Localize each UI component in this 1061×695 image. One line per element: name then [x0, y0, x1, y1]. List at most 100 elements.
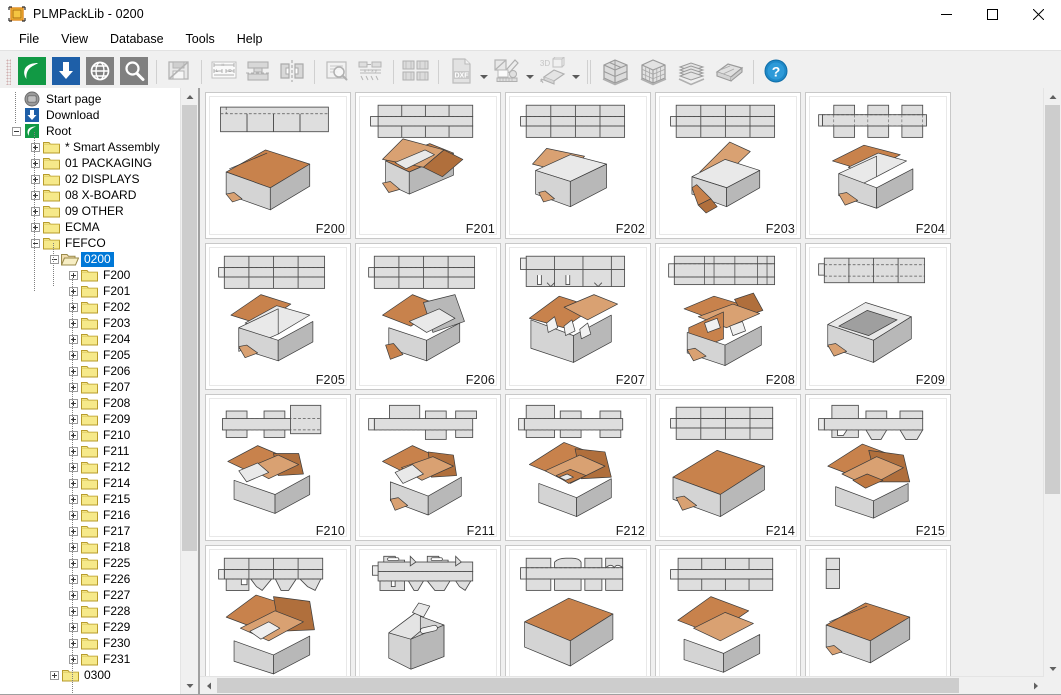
production-setup-button[interactable]: x + x y: [355, 56, 387, 88]
tree-expand-button[interactable]: [67, 491, 80, 507]
tree-collapse-button[interactable]: [10, 123, 23, 139]
tree-scroll-down-button[interactable]: [181, 677, 198, 694]
design-thumbnail-F208[interactable]: F208: [655, 243, 801, 390]
tree-expand-button[interactable]: [67, 283, 80, 299]
tree-expand-button[interactable]: [67, 379, 80, 395]
tree-item--smart-assembly[interactable]: * Smart Assembly: [0, 139, 180, 155]
tree-item-root[interactable]: Root: [0, 123, 180, 139]
tree-expand-button[interactable]: [29, 171, 42, 187]
menu-database[interactable]: Database: [99, 29, 175, 49]
tree-expand-button[interactable]: [67, 539, 80, 555]
tree-item-download[interactable]: Download: [0, 107, 180, 123]
design-thumbnail-F207[interactable]: F207: [505, 243, 651, 390]
tree-item-fefco[interactable]: FEFCO: [0, 235, 180, 251]
tree-expand-button[interactable]: [29, 139, 42, 155]
export-dxf-button[interactable]: DXF: [445, 56, 477, 88]
tree-expand-button[interactable]: [67, 603, 80, 619]
tree-item-f215[interactable]: F215: [0, 491, 180, 507]
maximize-button[interactable]: [969, 0, 1015, 28]
download-button[interactable]: [50, 56, 82, 88]
box-palletization-button[interactable]: [635, 56, 671, 88]
tree-item-f201[interactable]: F201: [0, 283, 180, 299]
design-thumbnail-F210[interactable]: F210: [205, 394, 351, 541]
three-d-view-button[interactable]: 3D: [537, 55, 569, 88]
tree-item-f228[interactable]: F228: [0, 603, 180, 619]
design-thumbnail-row4-15[interactable]: [205, 545, 351, 677]
tree-expand-button[interactable]: [67, 443, 80, 459]
tree-item-f210[interactable]: F210: [0, 427, 180, 443]
tree-item-f214[interactable]: F214: [0, 475, 180, 491]
menu-file[interactable]: File: [8, 29, 50, 49]
tree-expand-button[interactable]: [67, 571, 80, 587]
menu-help[interactable]: Help: [226, 29, 274, 49]
tree-scroll-track[interactable]: [181, 105, 198, 677]
grid-horizontal-scrollbar[interactable]: [200, 676, 1044, 694]
tree-expand-button[interactable]: [67, 651, 80, 667]
tree-item-f206[interactable]: F206: [0, 363, 180, 379]
tree-item-f216[interactable]: F216: [0, 507, 180, 523]
tree-item-f200[interactable]: F200: [0, 267, 180, 283]
tree-expand-button[interactable]: [67, 411, 80, 427]
design-thumbnail-row4-19[interactable]: [805, 545, 951, 677]
grid-hscroll-thumb[interactable]: [217, 678, 960, 693]
close-button[interactable]: [1015, 0, 1061, 28]
design-thumbnail-F212[interactable]: F212: [505, 394, 651, 541]
tree-item-f207[interactable]: F207: [0, 379, 180, 395]
tree-item-08-x-board[interactable]: 08 X-BOARD: [0, 187, 180, 203]
tree-item-f217[interactable]: F217: [0, 523, 180, 539]
web-browse-button[interactable]: [84, 56, 116, 88]
dimension-parameters-button[interactable]: H L D: [208, 56, 240, 88]
bundle-button[interactable]: [711, 56, 747, 88]
tree-expand-button[interactable]: [67, 587, 80, 603]
design-thumbnail-F215[interactable]: F215: [805, 394, 951, 541]
inspect-sheet-button[interactable]: [321, 56, 353, 88]
tree-expand-button[interactable]: [67, 363, 80, 379]
grid-scroll-right-button[interactable]: [1027, 677, 1044, 694]
edit-drawing-dropdown[interactable]: [524, 56, 536, 88]
grid-scroll-left-button[interactable]: [200, 677, 217, 694]
tree-item-09-other[interactable]: 09 OTHER: [0, 203, 180, 219]
tree-item-f203[interactable]: F203: [0, 315, 180, 331]
search-button[interactable]: [118, 56, 150, 88]
design-thumbnail-F209[interactable]: F209: [805, 243, 951, 390]
tree-item-f231[interactable]: F231: [0, 651, 180, 667]
tree-scroll-up-button[interactable]: [181, 88, 198, 105]
pallet-layers-button[interactable]: [673, 56, 709, 88]
design-thumbnail-F211[interactable]: F211: [355, 394, 501, 541]
tree-expand-button[interactable]: [67, 459, 80, 475]
tree-expand-button[interactable]: [67, 299, 80, 315]
minimize-button[interactable]: [923, 0, 969, 28]
design-thumbnail-row4-16[interactable]: [355, 545, 501, 677]
design-thumbnail-F205[interactable]: F205: [205, 243, 351, 390]
tree-item-ecma[interactable]: ECMA: [0, 219, 180, 235]
tree-expand-button[interactable]: [67, 395, 80, 411]
menu-tools[interactable]: Tools: [175, 29, 226, 49]
leaf-home-button[interactable]: [16, 56, 48, 88]
catalog-tree[interactable]: Start page Download Root * Smart Assembly 01…: [0, 88, 180, 694]
design-thumbnail-row4-17[interactable]: [505, 545, 651, 677]
tree-item-0200[interactable]: 0200: [0, 251, 180, 267]
tree-expand-button[interactable]: [67, 347, 80, 363]
design-thumbnail-F206[interactable]: F206: [355, 243, 501, 390]
design-thumbnail-F214[interactable]: F214: [655, 394, 801, 541]
grid-scroll-up-button[interactable]: [1044, 88, 1061, 105]
tree-item-start-page[interactable]: Start page: [0, 91, 180, 107]
tree-item-f202[interactable]: F202: [0, 299, 180, 315]
tree-item-f204[interactable]: F204: [0, 331, 180, 347]
export-dxf-dropdown[interactable]: [478, 56, 490, 88]
tree-item-f205[interactable]: F205: [0, 347, 180, 363]
tree-expand-button[interactable]: [67, 507, 80, 523]
mirror-button[interactable]: [276, 56, 308, 88]
tree-expand-button[interactable]: [67, 619, 80, 635]
three-d-view-dropdown[interactable]: [570, 56, 582, 88]
grid-vscroll-thumb[interactable]: [1045, 105, 1060, 494]
tree-expand-button[interactable]: [67, 267, 80, 283]
tree-item-02-displays[interactable]: 02 DISPLAYS: [0, 171, 180, 187]
tree-item-f208[interactable]: F208: [0, 395, 180, 411]
grid-scroll-track[interactable]: [1044, 105, 1061, 660]
tree-item-f225[interactable]: F225: [0, 555, 180, 571]
tree-item-0300[interactable]: 0300: [0, 667, 180, 683]
design-thumbnail-F200[interactable]: F200: [205, 92, 351, 239]
tree-expand-button[interactable]: [67, 315, 80, 331]
tree-expand-button[interactable]: [29, 203, 42, 219]
